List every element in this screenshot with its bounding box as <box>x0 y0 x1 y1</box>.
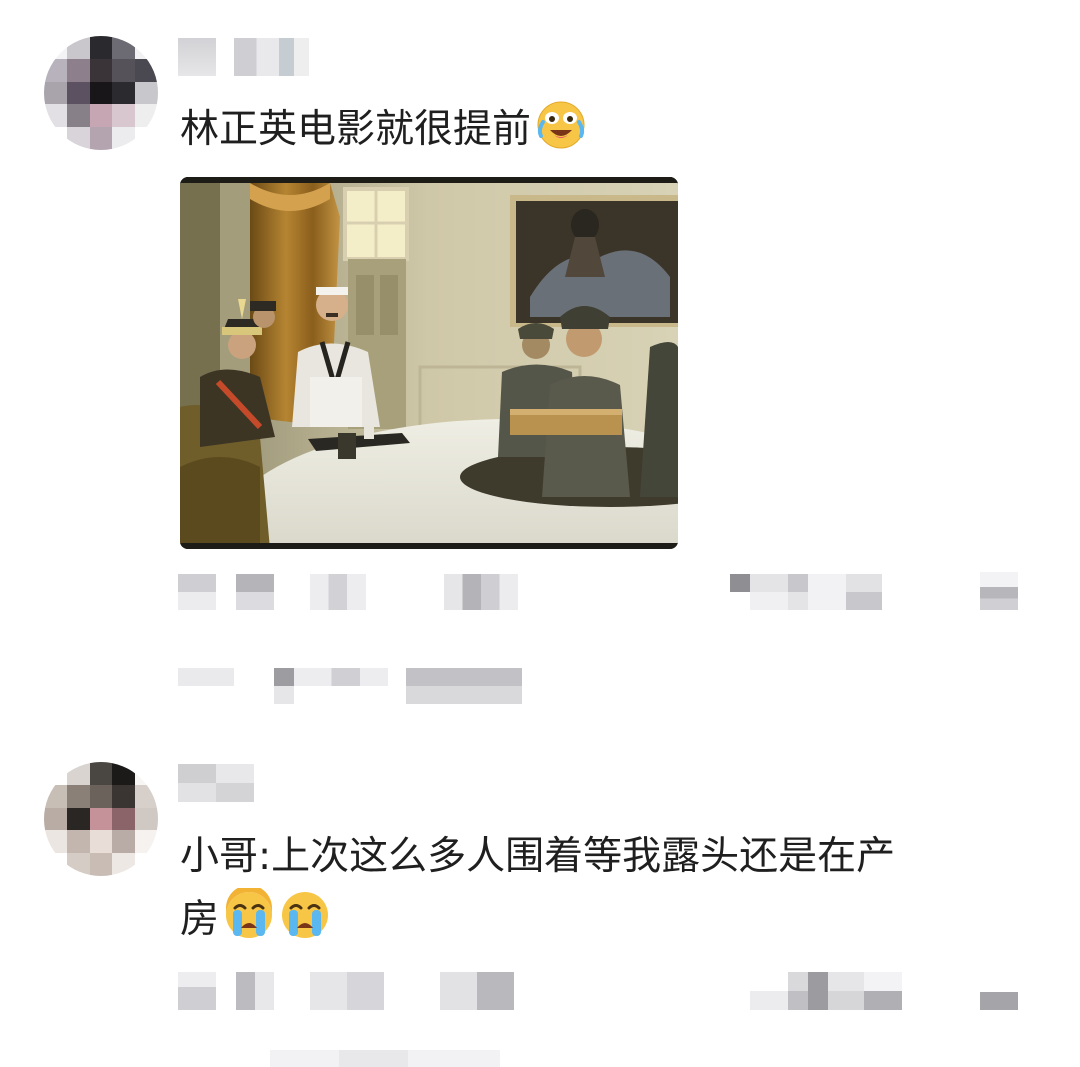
avatar[interactable] <box>44 36 158 150</box>
reply-button-blurred[interactable] <box>750 972 902 1010</box>
comment-meta-blurred <box>178 972 514 1010</box>
comment-body-line1: 小哥:上次这么多人围着等我露头还是在产 <box>180 834 896 879</box>
comment-meta-blurred <box>178 574 518 610</box>
comment-text: 小哥:上次这么多人围着等我露头还是在产 房 <box>180 826 895 951</box>
like-icon[interactable] <box>980 992 1018 1010</box>
reply-preview-blurred[interactable] <box>178 668 522 704</box>
username-blurred[interactable] <box>178 764 254 802</box>
username-blurred[interactable] <box>178 38 309 76</box>
comment-image[interactable] <box>180 177 678 549</box>
avatar[interactable] <box>44 762 158 876</box>
comment-item: 林正英电影就很提前 <box>0 0 1080 720</box>
reply-button-blurred[interactable] <box>730 574 882 610</box>
comment-body-line2-wrap: 房 <box>180 885 895 951</box>
reply-preview-blurred[interactable] <box>270 1050 500 1067</box>
loudly-crying-emoji-icon <box>279 888 331 940</box>
comment-text: 林正英电影就很提前 <box>180 98 587 161</box>
comment-item: 小哥:上次这么多人围着等我露头还是在产 房 <box>0 720 1080 1067</box>
movie-still-image <box>180 177 678 549</box>
laugh-cry-emoji-icon <box>535 98 587 150</box>
loudly-crying-emoji-icon <box>223 885 275 940</box>
like-icon[interactable] <box>980 572 1018 610</box>
comment-body-line2: 房 <box>180 897 220 942</box>
comment-body: 林正英电影就很提前 <box>180 107 532 152</box>
